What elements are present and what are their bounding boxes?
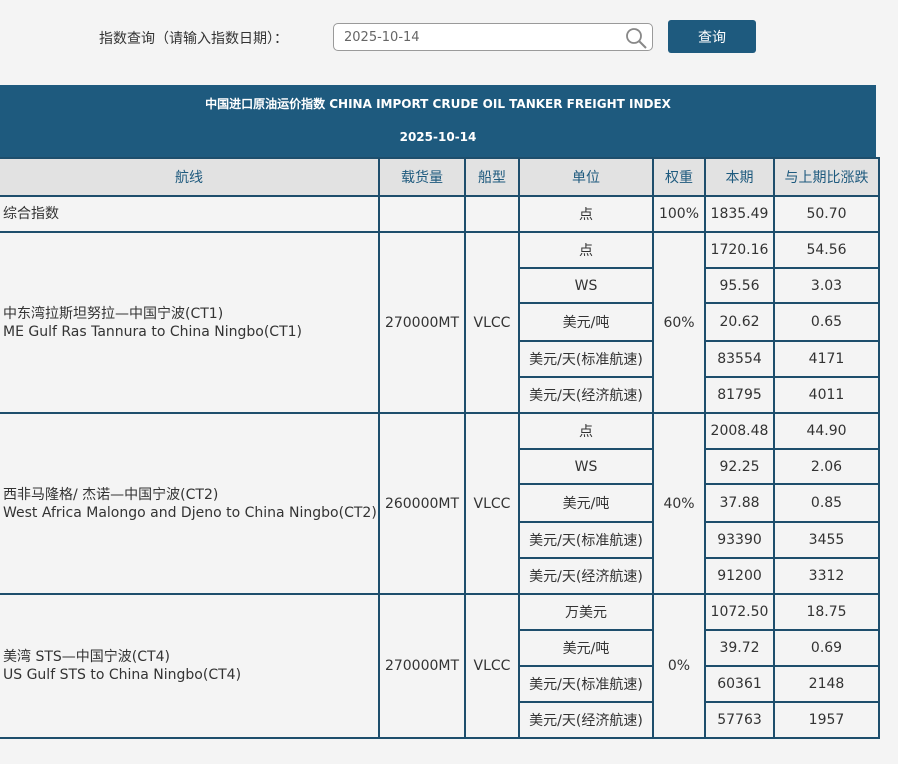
unit-cell: 美元/天(经济航速)	[518, 376, 654, 414]
unit-cell: 美元/天(经济航速)	[518, 701, 654, 739]
current-value-cell: 81795	[704, 376, 775, 414]
unit-cell: 点	[518, 412, 654, 450]
route-name-cn: 美湾 STS—中国宁波(CT4)	[3, 649, 170, 665]
current-value-cell: 83554	[704, 340, 775, 378]
route-cell-ct2: 西非马隆格/ 杰诺—中国宁波(CT2) West Africa Malongo …	[0, 412, 380, 595]
change-cell: 0.65	[773, 302, 880, 342]
composite-route: 综合指数	[0, 195, 380, 233]
unit-cell: 点	[518, 195, 654, 233]
current-value-cell: 91200	[704, 557, 775, 595]
current-value-cell: 95.56	[704, 267, 775, 304]
search-icon[interactable]	[624, 27, 648, 49]
table-title: 中国进口原油运价指数 CHINA IMPORT CRUDE OIL TANKER…	[205, 97, 671, 111]
route-name-cn: 西非马隆格/ 杰诺—中国宁波(CT2)	[3, 486, 219, 503]
query-button[interactable]: 查询	[668, 20, 756, 53]
unit-cell: 美元/天(标准航速)	[518, 665, 654, 703]
column-header-unit: 单位	[518, 157, 654, 197]
change-cell: 50.70	[773, 195, 880, 233]
route-name-en: ME Gulf Ras Tannura to China Ningbo(CT1)	[3, 323, 303, 340]
table-row: 美湾 STS—中国宁波(CT4) US Gulf STS to China Ni…	[0, 593, 880, 739]
table-header: 中国进口原油运价指数 CHINA IMPORT CRUDE OIL TANKER…	[0, 85, 876, 157]
change-cell: 2148	[773, 665, 880, 703]
change-cell: 0.85	[773, 483, 880, 523]
weight-cell: 40%	[652, 412, 706, 595]
ship-type-cell	[464, 195, 520, 233]
column-header-ship-type: 船型	[464, 157, 520, 197]
change-cell: 3.03	[773, 267, 880, 304]
current-value-cell: 20.62	[704, 302, 775, 342]
column-header-route: 航线	[0, 157, 380, 197]
change-cell: 54.56	[773, 231, 880, 269]
unit-cell: 美元/天(标准航速)	[518, 340, 654, 378]
change-cell: 2.06	[773, 448, 880, 485]
column-header-cargo: 载货量	[378, 157, 466, 197]
unit-cell: WS	[518, 267, 654, 304]
table-row: 中东湾拉斯坦努拉—中国宁波(CT1) ME Gulf Ras Tannura t…	[0, 231, 880, 414]
cargo-cell: 270000MT	[378, 593, 466, 739]
change-cell: 4011	[773, 376, 880, 414]
unit-cell: 美元/天(标准航速)	[518, 521, 654, 559]
current-value-cell: 92.25	[704, 448, 775, 485]
unit-cell: WS	[518, 448, 654, 485]
table-row: 西非马隆格/ 杰诺—中国宁波(CT2) West Africa Malongo …	[0, 412, 880, 595]
route-name-cn: 中东湾拉斯坦努拉—中国宁波(CT1)	[3, 305, 224, 322]
table-date: 2025-10-14	[399, 130, 477, 144]
date-input-value[interactable]: 2025-10-14	[344, 30, 420, 45]
current-value-cell: 1720.16	[704, 231, 775, 269]
date-search-input[interactable]: 2025-10-14	[333, 23, 653, 51]
route-name-en: US Gulf STS to China Ningbo(CT4)	[3, 667, 242, 683]
cargo-cell: 270000MT	[378, 231, 466, 414]
cargo-cell	[378, 195, 466, 233]
freight-index-table: 航线 载货量 船型 单位 权重 本期 与上期比涨跌 综合指数 点 100% 18…	[0, 157, 880, 739]
change-cell: 0.69	[773, 629, 880, 667]
column-header-weight: 权重	[652, 157, 706, 197]
weight-cell: 0%	[652, 593, 706, 739]
weight-cell: 100%	[652, 195, 706, 233]
unit-cell: 万美元	[518, 593, 654, 631]
search-bar: 指数查询（请输入指数日期）： 2025-10-14 查询	[0, 0, 898, 76]
route-cell-ct4: 美湾 STS—中国宁波(CT4) US Gulf STS to China Ni…	[0, 593, 380, 739]
cargo-cell: 260000MT	[378, 412, 466, 595]
current-value-cell: 93390	[704, 521, 775, 559]
unit-cell: 美元/天(经济航速)	[518, 557, 654, 595]
ship-type-cell: VLCC	[464, 412, 520, 595]
current-value-cell: 37.88	[704, 483, 775, 523]
change-cell: 18.75	[773, 593, 880, 631]
unit-cell: 点	[518, 231, 654, 269]
ship-type-cell: VLCC	[464, 231, 520, 414]
change-cell: 1957	[773, 701, 880, 739]
current-value-cell: 2008.48	[704, 412, 775, 450]
change-cell: 4171	[773, 340, 880, 378]
search-label: 指数查询（请输入指数日期）：	[99, 31, 288, 47]
composite-index-row: 综合指数 点 100% 1835.49 50.70	[0, 195, 880, 233]
unit-cell: 美元/吨	[518, 629, 654, 667]
change-cell: 3455	[773, 521, 880, 559]
route-cell-ct1: 中东湾拉斯坦努拉—中国宁波(CT1) ME Gulf Ras Tannura t…	[0, 231, 380, 414]
current-value-cell: 39.72	[704, 629, 775, 667]
unit-cell: 美元/吨	[518, 483, 654, 523]
ship-type-cell: VLCC	[464, 593, 520, 739]
current-value-cell: 57763	[704, 701, 775, 739]
column-header-current: 本期	[704, 157, 775, 197]
current-value-cell: 1835.49	[704, 195, 775, 233]
current-value-cell: 1072.50	[704, 593, 775, 631]
route-name-en: West Africa Malongo and Djeno to China N…	[3, 504, 377, 521]
change-cell: 3312	[773, 557, 880, 595]
current-value-cell: 60361	[704, 665, 775, 703]
column-header-change: 与上期比涨跌	[773, 157, 880, 197]
change-cell: 44.90	[773, 412, 880, 450]
unit-cell: 美元/吨	[518, 302, 654, 342]
weight-cell: 60%	[652, 231, 706, 414]
